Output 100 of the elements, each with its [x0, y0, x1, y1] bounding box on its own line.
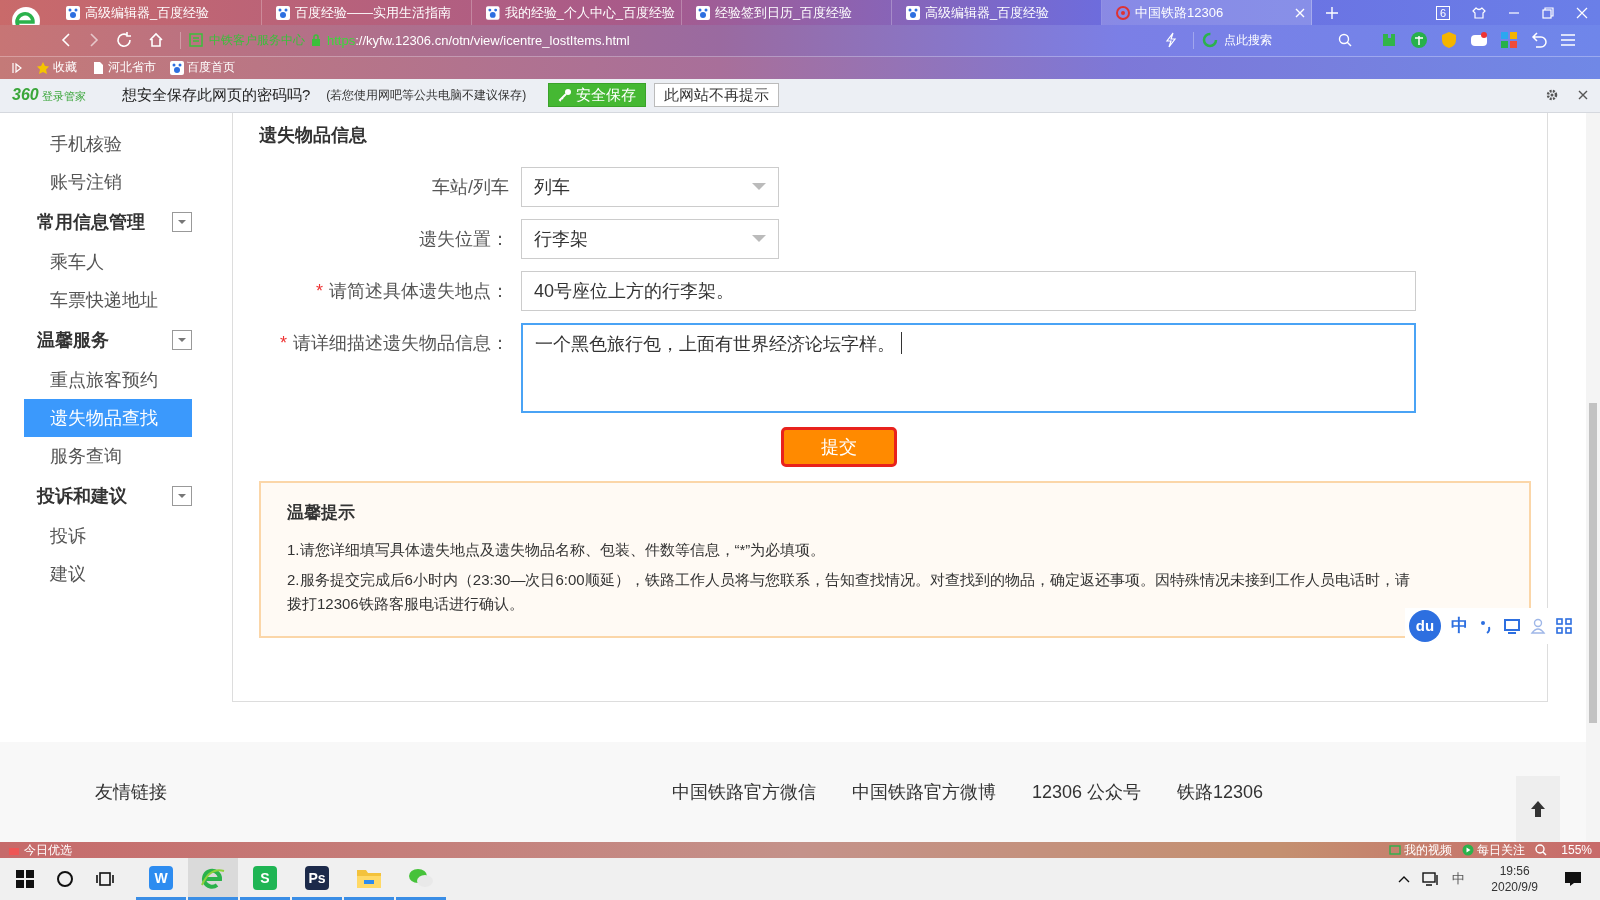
taskbar-app[interactable]: S — [240, 858, 290, 900]
sidebar-item[interactable]: 重点旅客预约 — [24, 360, 192, 399]
ime-mode[interactable]: 中 — [1451, 614, 1468, 638]
taskbar-app[interactable]: Ps — [292, 858, 342, 900]
collapse-icon[interactable] — [172, 485, 192, 506]
search-icon[interactable] — [56, 870, 74, 888]
brand-name: 登录管家 — [41, 89, 86, 105]
save-button[interactable]: 安全保存 — [548, 83, 647, 108]
video-icon — [1389, 844, 1402, 856]
prompt-text: 想安全保存此网页的密码吗? — [122, 85, 311, 105]
text-area[interactable]: 一个黑色旅行包，上面有世界经济论坛字样。 — [521, 322, 1416, 413]
bookmark[interactable]: 收藏 — [36, 59, 77, 77]
sidebar-item[interactable]: 账号注销 — [24, 162, 192, 201]
submit-button[interactable]: 提交 — [781, 426, 897, 467]
restore-icon[interactable] — [1542, 6, 1554, 19]
taskbar-app[interactable]: W — [136, 858, 186, 900]
caret-icon — [752, 234, 766, 243]
address-field[interactable]: 中铁客户服务中心 https://kyfw.12306.cn/otn/view/icentre_lostItems.html — [180, 32, 1149, 49]
keyboard-icon[interactable] — [1504, 617, 1520, 634]
sidebar-item[interactable]: 乘车人 — [24, 242, 192, 281]
site-name: 中铁客户服务中心 — [209, 32, 305, 49]
footer-link[interactable]: 中国铁路官方微信 — [672, 780, 816, 804]
bookmark[interactable]: 河北省市 — [91, 59, 156, 77]
grid-icon[interactable] — [1556, 617, 1572, 634]
sidebar-heading: 温馨服务 — [37, 328, 109, 352]
chevron-up-icon[interactable] — [1398, 875, 1411, 883]
page-icon — [91, 60, 105, 75]
refresh-icon[interactable] — [116, 32, 132, 49]
paw-icon — [696, 5, 710, 20]
sidebar-item[interactable]: 手机核验 — [24, 124, 192, 163]
lock-icon — [311, 34, 321, 47]
shirt-icon[interactable] — [1472, 6, 1486, 19]
sidebar-item[interactable]: 车票快递地址 — [24, 280, 192, 319]
input-field[interactable]: 40号座位上方的行李架。 — [521, 270, 1416, 311]
back-to-top-button[interactable] — [1516, 776, 1560, 842]
forward-icon[interactable] — [88, 32, 100, 49]
network-icon[interactable] — [1422, 871, 1441, 887]
paw-icon — [170, 60, 184, 75]
clock[interactable]: 19:56 2020/9/9 — [1491, 863, 1538, 895]
tiles-icon[interactable] — [1500, 31, 1518, 50]
sidebar-item[interactable]: 遗失物品查找 — [24, 398, 192, 437]
sidebar-item[interactable]: 服务查询 — [24, 436, 192, 475]
star-icon — [36, 60, 50, 75]
up-arrow-icon — [1530, 800, 1546, 818]
close-icon[interactable] — [1578, 90, 1588, 101]
sidebar-heading: 投诉和建议 — [37, 484, 127, 508]
certificate-icon — [189, 33, 203, 48]
translate-icon[interactable] — [1410, 31, 1428, 50]
status-item[interactable]: 每日关注 — [1462, 841, 1526, 859]
new-tab-icon[interactable] — [1326, 6, 1338, 19]
task-view-icon[interactable] — [96, 870, 114, 888]
menu-icon[interactable] — [1560, 33, 1576, 48]
footer-link[interactable]: 中国铁路官方微博 — [852, 780, 996, 804]
collapse-icon[interactable] — [172, 329, 192, 350]
play-icon — [1462, 844, 1475, 856]
sidebar-item[interactable]: 投诉 — [24, 516, 192, 555]
windows-icon[interactable] — [16, 870, 34, 888]
paw-icon — [276, 5, 290, 20]
search-engine-icon — [1202, 32, 1218, 49]
key-icon — [558, 88, 573, 103]
hint-text: (若您使用网吧等公共电脑不建议保存) — [326, 86, 527, 104]
undo-icon[interactable] — [1530, 31, 1548, 50]
dropdown[interactable]: 行李架 — [521, 218, 779, 259]
scrollbar[interactable] — [1586, 112, 1600, 842]
caret-icon — [752, 182, 766, 191]
field-label: 遗失位置： — [418, 227, 510, 251]
dropdown[interactable]: 列车 — [521, 166, 779, 207]
notice-title: 温馨提示 — [287, 501, 356, 524]
taskbar-app[interactable] — [188, 858, 238, 900]
bookmark[interactable]: 百度首页 — [170, 59, 235, 77]
dismiss-button[interactable]: 此网站不再提示 — [654, 83, 780, 108]
settings-icon[interactable] — [1546, 89, 1558, 102]
app-icon: Ps — [305, 865, 329, 890]
zoom-level[interactable]: 155% — [1561, 843, 1592, 857]
status-item[interactable]: 我的视频 — [1389, 841, 1453, 859]
chat-bubbles-icon — [408, 866, 434, 889]
footer-heading: 友情链接 — [95, 781, 167, 804]
user-icon[interactable] — [1530, 617, 1546, 634]
collapse-icon[interactable] — [172, 211, 192, 232]
shield-icon[interactable] — [1440, 31, 1458, 50]
sidebar-heading: 常用信息管理 — [37, 210, 145, 234]
tab-count[interactable]: 6 — [1435, 5, 1450, 20]
browser-tab[interactable]: 中国铁路12306 — [1102, 0, 1312, 25]
footer-link[interactable]: 12306 公众号 — [1032, 780, 1142, 804]
back-icon[interactable] — [60, 32, 72, 49]
search-field[interactable]: 点此搜索 — [1193, 32, 1352, 49]
home-icon[interactable] — [148, 32, 164, 49]
status-item[interactable]: 今日优选 — [8, 841, 72, 859]
ime-logo[interactable]: du — [1409, 609, 1441, 642]
sidebar-item[interactable]: 建议 — [24, 554, 192, 593]
lightning-icon[interactable] — [1165, 32, 1177, 49]
paw-icon — [486, 5, 500, 20]
footer-link[interactable]: 铁路12306 — [1177, 780, 1264, 804]
sidebar-toggle-icon[interactable] — [12, 61, 22, 74]
paw-icon — [66, 5, 80, 20]
zoom-icon[interactable] — [1535, 844, 1548, 856]
brand-logo: 360 — [12, 86, 39, 105]
target-icon — [1116, 5, 1130, 20]
notification-icon[interactable] — [1564, 871, 1582, 887]
input-method[interactable]: 中 — [1452, 870, 1466, 888]
